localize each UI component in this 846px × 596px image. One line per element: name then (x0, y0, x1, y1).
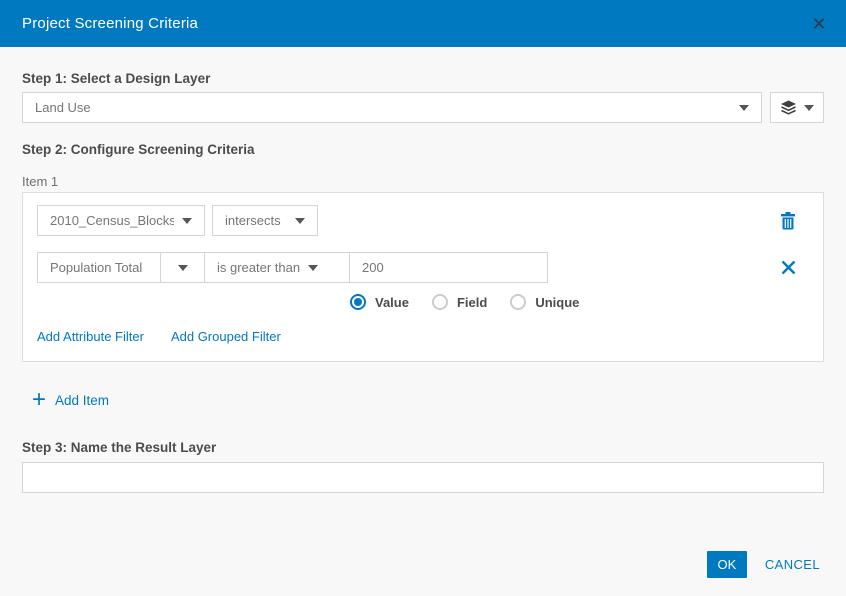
condition-select[interactable]: is greater than (205, 253, 350, 282)
plus-icon: + (32, 386, 47, 413)
project-screening-dialog: Project Screening Criteria ✕ Step 1: Sel… (0, 0, 846, 596)
layers-icon (780, 100, 797, 116)
item-label: Item 1 (22, 174, 59, 189)
design-layer-select-value: Land Use (35, 100, 91, 115)
spatial-operator-select[interactable]: intersects (212, 205, 318, 236)
attribute-filter-row: Population Total is greater than (37, 252, 809, 283)
close-icon[interactable]: ✕ (808, 13, 830, 35)
screening-layer-row: 2010_Census_Blocks intersects (37, 205, 809, 236)
result-layer-name-input[interactable] (22, 462, 824, 493)
design-layer-row: Land Use (22, 92, 824, 123)
add-item-row[interactable]: + Add Item (22, 386, 824, 413)
add-item-link[interactable]: Add Item (55, 393, 109, 408)
screening-layer-select[interactable]: 2010_Census_Blocks (37, 205, 205, 236)
radio-label: Value (375, 294, 409, 310)
chevron-down-icon (804, 104, 814, 111)
layer-list-button[interactable] (770, 92, 824, 123)
radio-option-value[interactable]: Value (350, 294, 409, 310)
radio-selected-icon[interactable] (350, 294, 366, 310)
trash-icon (780, 211, 796, 230)
filter-value-cell (350, 253, 547, 282)
radio-unselected-icon[interactable] (431, 294, 448, 310)
chevron-down-icon (182, 217, 192, 224)
condition-select-value: is greater than (217, 260, 301, 275)
value-type-radio-group: Value Field Unique (350, 294, 809, 310)
screening-layer-select-value: 2010_Census_Blocks (50, 213, 174, 228)
criteria-item-box: 2010_Census_Blocks intersects Population… (22, 192, 824, 362)
ok-button[interactable]: OK (706, 551, 747, 578)
dialog-title: Project Screening Criteria (22, 15, 199, 32)
field-select-value: Population Total (50, 260, 143, 275)
radio-label: Unique (535, 294, 580, 310)
attribute-filter-control: Population Total is greater than (37, 252, 548, 283)
spatial-operator-select-value: intersects (225, 213, 281, 228)
add-grouped-filter-link[interactable]: Add Grouped Filter (171, 329, 281, 344)
x-icon (781, 260, 796, 275)
add-attribute-filter-link[interactable]: Add Attribute Filter (37, 329, 144, 344)
radio-unselected-icon[interactable] (510, 294, 527, 310)
radio-option-field[interactable]: Field (431, 294, 488, 310)
dialog-header: Project Screening Criteria ✕ (0, 0, 846, 47)
field-select[interactable]: Population Total (38, 253, 161, 282)
chevron-down-icon (177, 264, 188, 271)
step3-label: Step 3: Name the Result Layer (22, 440, 217, 455)
cancel-button[interactable]: CANCEL (765, 557, 820, 572)
filter-links-row: Add Attribute Filter Add Grouped Filter (37, 329, 809, 344)
chevron-down-icon (739, 104, 749, 111)
radio-label: Field (456, 294, 488, 310)
step1-label: Step 1: Select a Design Layer (22, 71, 211, 86)
field-select-caret[interactable] (161, 253, 205, 282)
remove-filter-button[interactable] (779, 259, 797, 277)
chevron-down-icon (295, 217, 305, 224)
delete-item-button[interactable] (779, 211, 797, 231)
dialog-footer: OK CANCEL (706, 551, 820, 578)
design-layer-select[interactable]: Land Use (22, 92, 762, 123)
step2-label: Step 2: Configure Screening Criteria (22, 142, 255, 157)
chevron-down-icon (308, 264, 319, 271)
radio-option-unique[interactable]: Unique (510, 294, 579, 310)
filter-value-input[interactable] (350, 253, 547, 282)
dialog-content: Step 1: Select a Design Layer Land Use S… (0, 71, 846, 493)
